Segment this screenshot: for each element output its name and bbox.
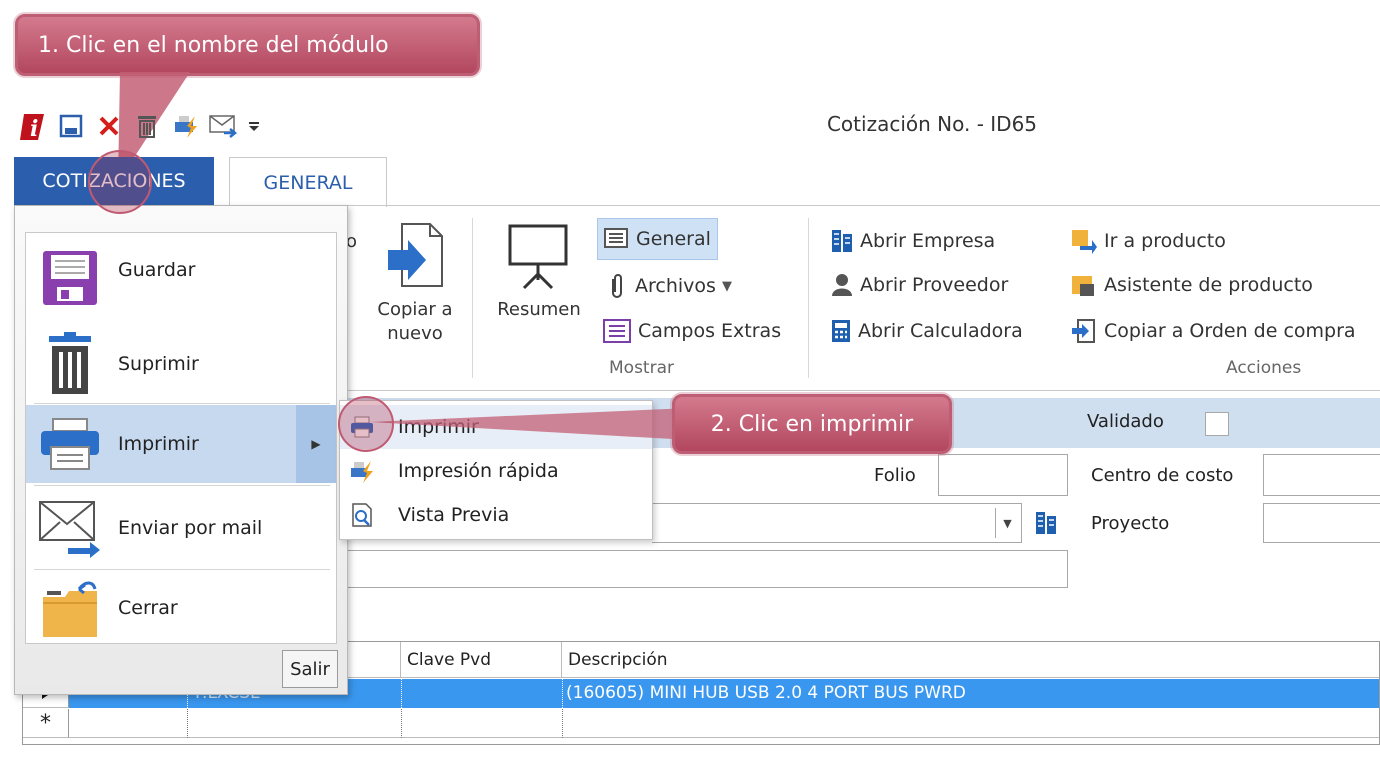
general-view-label: General [636,228,711,250]
combo-building-button[interactable] [1026,504,1066,542]
copy-order-icon [1072,319,1095,343]
ir-a-producto-button[interactable]: Ir a producto [1070,226,1226,256]
copiar-a-nuevo-line2: nuevo [387,323,443,344]
salir-button[interactable]: Salir [282,650,338,688]
resumen-label: Resumen [497,299,581,320]
product-goto-icon [1072,230,1097,254]
callout-step-2: 2. Clic en imprimir [672,394,952,454]
print-preview-icon [348,501,376,529]
folio-input[interactable] [938,454,1068,496]
grid-cell-divider [187,709,188,738]
asistente-de-producto-button[interactable]: Asistente de producto [1070,270,1313,300]
mostrar-group-label: Mostrar [609,358,674,378]
ir-a-producto-label: Ir a producto [1104,230,1226,252]
presentation-board-icon [508,224,568,290]
menu-separator [34,403,330,404]
envelope-send-icon [38,496,102,560]
callout-step-1: 1. Clic en el nombre del módulo [15,14,480,76]
centro-de-costo-label: Centro de costo [1091,465,1234,486]
grid-cell-divider [401,709,402,738]
validado-label: Validado [1087,411,1164,432]
callout-step-2-pointer [370,408,690,440]
person-icon [832,274,852,296]
extra-fields-icon [603,319,631,343]
menu-item-enviar-por-mail-label: Enviar por mail [118,517,263,539]
building-small-icon [1036,512,1056,534]
combo-input[interactable] [652,503,1022,543]
row-selector-new[interactable]: * [23,709,69,738]
abrir-calculadora-button[interactable]: Abrir Calculadora [830,316,1023,346]
acciones-group-label: Acciones [1226,358,1302,378]
paperclip-icon [612,274,622,298]
grid-cell-divider [401,679,402,708]
archivos-dropdown-icon: ▼ [721,278,732,294]
abrir-calculadora-label: Abrir Calculadora [858,320,1023,342]
submenu-item-vista-previa-label: Vista Previa [398,504,510,526]
submenu-item-impresion-rapida-label: Impresión rápida [398,460,559,482]
grid-header-descripcion[interactable]: Descripción [562,642,1379,678]
proyecto-label: Proyecto [1091,513,1170,534]
folio-label: Folio [874,465,916,486]
copiar-a-nuevo-button[interactable]: Copiar a nuevo [366,218,464,358]
archivos-label: Archivos [635,275,716,297]
copiar-a-orden-label: Copiar a Orden de compra [1104,320,1356,342]
menu-separator [34,485,330,486]
trash-bin-icon [38,332,102,396]
copiar-a-orden-button[interactable]: Copiar a Orden de compra [1070,316,1356,346]
wide-text-input[interactable] [338,550,1068,588]
ribbon-separator [472,218,473,378]
quick-print-small-icon [348,457,376,485]
menu-item-cerrar-label: Cerrar [118,597,178,619]
combo-dropdown-button[interactable]: ▼ [995,508,1019,538]
grid-header-clave-pvd[interactable]: Clave Pvd [401,642,562,678]
callout-step-2-text: 2. Clic en imprimir [710,411,914,437]
ribbon-bottom-border [348,390,1380,391]
ribbon-separator [808,218,809,378]
menu-item-suprimir-label: Suprimir [118,353,199,375]
module-menu-list: Guardar Suprimir Imprimir ▶ Enviar por m… [25,232,337,644]
submenu-item-vista-previa[interactable]: Vista Previa [340,493,652,537]
table-row-new[interactable] [69,709,1379,738]
menu-item-imprimir-label: Imprimir [118,433,199,455]
asistente-de-producto-label: Asistente de producto [1104,274,1313,296]
abrir-empresa-button[interactable]: Abrir Empresa [830,226,995,256]
resumen-button[interactable]: Resumen [486,218,592,328]
save-floppy-icon [38,246,102,310]
menu-item-enviar-por-mail[interactable]: Enviar por mail [26,489,336,567]
menu-item-guardar[interactable]: Guardar [26,239,336,317]
copy-new-icon [388,223,443,287]
grid-cell-divider [562,709,563,738]
callout-step-1-text: 1. Clic en el nombre del módulo [38,32,389,58]
proyecto-input[interactable] [1263,503,1380,543]
building-icon [832,230,852,252]
menu-item-cerrar[interactable]: Cerrar [26,569,336,647]
abrir-proveedor-label: Abrir Proveedor [860,274,1009,296]
general-view-icon [604,228,628,248]
submenu-item-impresion-rapida[interactable]: Impresión rápida [340,449,652,493]
abrir-empresa-label: Abrir Empresa [860,230,996,252]
calculator-icon [832,320,850,342]
general-view-button[interactable]: General [597,218,718,260]
submenu-arrow-icon[interactable]: ▶ [296,405,336,483]
product-wizard-icon [1072,276,1094,296]
printer-icon [38,412,102,476]
menu-item-imprimir[interactable]: Imprimir ▶ [26,405,336,483]
close-folder-icon [38,576,102,640]
grid-cell-descripcion: (160605) MINI HUB USB 2.0 4 PORT BUS PWR… [566,683,966,703]
archivos-button[interactable]: Archivos ▼ [605,270,732,302]
module-menu: Guardar Suprimir Imprimir ▶ Enviar por m… [14,205,348,695]
callout-step-2-highlight [338,396,394,452]
campos-extras-button[interactable]: Campos Extras [602,313,781,349]
copiar-a-nuevo-line1: Copiar a [377,299,453,320]
campos-extras-label: Campos Extras [638,320,782,342]
menu-item-guardar-label: Guardar [118,259,196,281]
tab-general[interactable]: GENERAL [229,157,387,207]
callout-step-1-highlight [88,150,152,214]
menu-item-suprimir[interactable]: Suprimir [26,325,336,403]
grid-cell-divider [562,679,563,708]
abrir-proveedor-button[interactable]: Abrir Proveedor [830,270,1008,300]
centro-de-costo-input[interactable] [1263,454,1380,496]
validado-checkbox[interactable] [1205,412,1229,436]
window-title: Cotización No. - ID65 [826,112,1038,136]
